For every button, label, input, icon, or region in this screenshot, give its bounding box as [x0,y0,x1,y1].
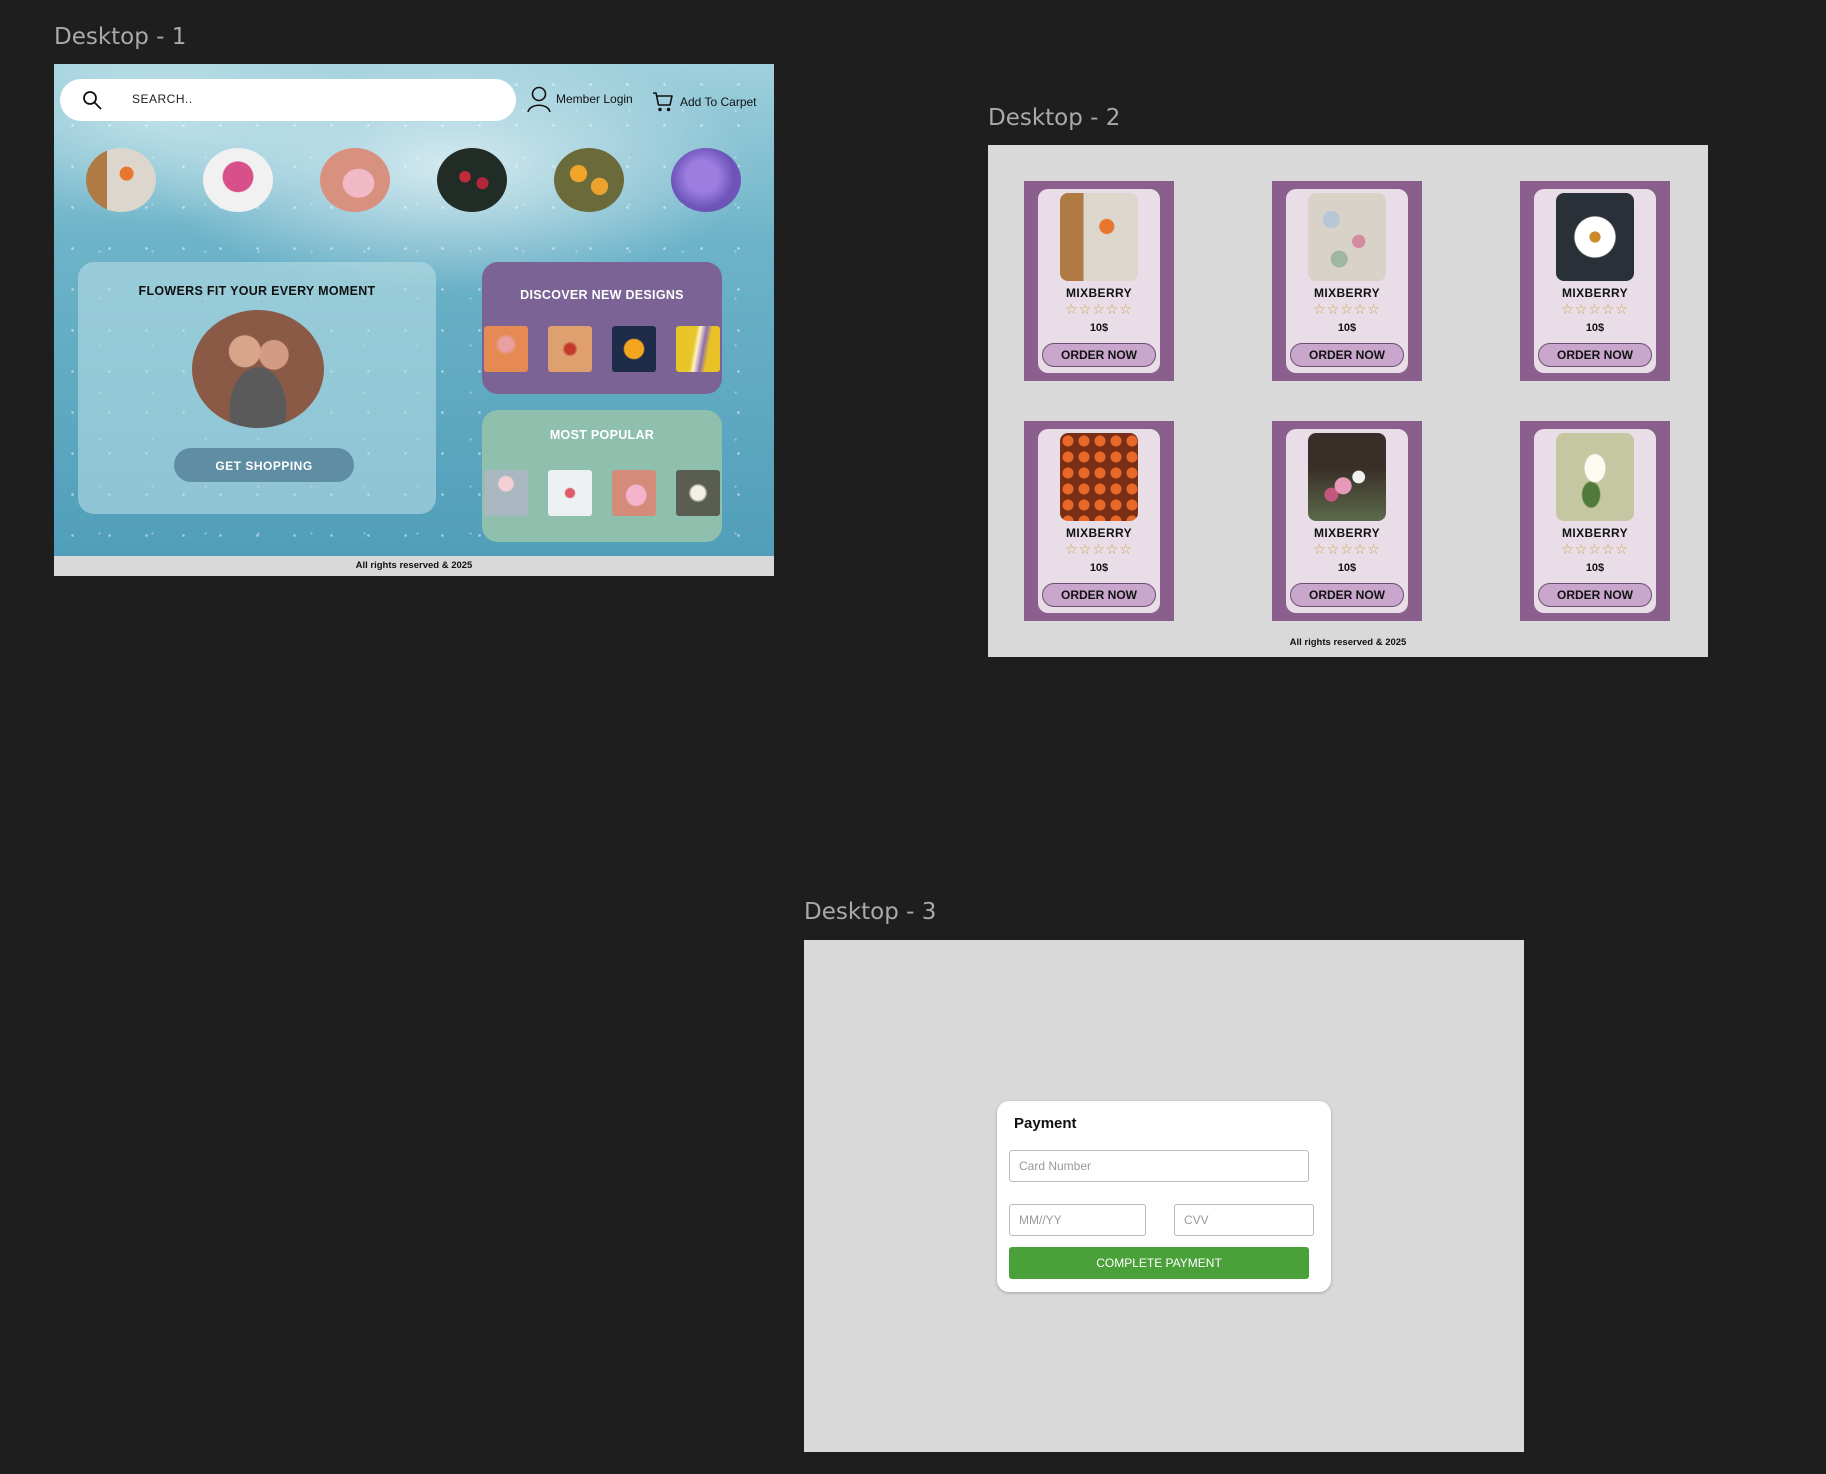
desktop-3-frame: Payment Card Number MM//YY CVV COMPLETE … [804,940,1524,1452]
category-purple-hydrangea[interactable] [671,148,741,212]
frame-label-desktop-1: Desktop - 1 [54,24,187,50]
category-pink-petal[interactable] [320,148,390,212]
frame-label-desktop-3: Desktop - 3 [804,899,937,925]
rating-stars-icon[interactable]: ☆☆☆☆☆ [1038,542,1160,558]
product-card: MIXBERRY ☆☆☆☆☆ 10$ ORDER NOW [1520,421,1670,621]
most-popular-title: MOST POPULAR [549,428,655,442]
discover-thumb[interactable] [612,326,656,372]
add-to-cart-link[interactable]: Add To Carpet [652,91,757,113]
product-price: 10$ [1337,562,1357,574]
product-name: MIXBERRY [1313,286,1381,300]
order-now-button[interactable]: ORDER NOW [1538,583,1652,607]
order-now-button[interactable]: ORDER NOW [1290,343,1404,367]
product-name: MIXBERRY [1561,286,1629,300]
product-image[interactable] [1308,193,1386,281]
product-image[interactable] [1556,193,1634,281]
rating-stars-icon[interactable]: ☆☆☆☆☆ [1286,302,1408,318]
product-card: MIXBERRY ☆☆☆☆☆ 10$ ORDER NOW [1024,181,1174,381]
order-now-button[interactable]: ORDER NOW [1042,583,1156,607]
expiry-input[interactable]: MM//YY [1009,1204,1146,1236]
discover-card[interactable]: DISCOVER NEW DESIGNS [482,262,722,394]
product-name: MIXBERRY [1065,286,1133,300]
desktop-1-frame: SEARCH.. Member Login Add To Carpet FLOW… [54,64,774,576]
desktop-2-frame: MIXBERRY ☆☆☆☆☆ 10$ ORDER NOW MIXBERRY ☆☆… [988,145,1708,657]
rating-stars-icon[interactable]: ☆☆☆☆☆ [1038,302,1160,318]
hero-card: FLOWERS FIT YOUR EVERY MOMENT GET SHOPPI… [78,262,436,514]
discover-thumb[interactable] [548,326,592,372]
popular-thumb[interactable] [548,470,592,516]
product-card: MIXBERRY ☆☆☆☆☆ 10$ ORDER NOW [1024,421,1174,621]
popular-thumb[interactable] [676,470,720,516]
product-image[interactable] [1060,433,1138,521]
add-to-cart-label: Add To Carpet [680,95,757,109]
popular-thumb[interactable] [612,470,656,516]
product-card: MIXBERRY ☆☆☆☆☆ 10$ ORDER NOW [1520,181,1670,381]
cvv-input[interactable]: CVV [1174,1204,1314,1236]
product-price: 10$ [1585,562,1605,574]
hero-portrait-image [192,310,324,428]
product-price: 10$ [1337,322,1357,334]
complete-payment-button[interactable]: COMPLETE PAYMENT [1009,1247,1309,1279]
discover-thumb[interactable] [484,326,528,372]
card-number-input[interactable]: Card Number [1009,1150,1309,1182]
search-input[interactable]: SEARCH.. [132,92,193,106]
product-name: MIXBERRY [1065,526,1133,540]
category-dark-red-roses[interactable] [437,148,507,212]
order-now-button[interactable]: ORDER NOW [1538,343,1652,367]
get-shopping-button[interactable]: GET SHOPPING [174,448,354,482]
category-pink-peony[interactable] [203,148,273,212]
payment-card: Payment Card Number MM//YY CVV COMPLETE … [997,1101,1331,1292]
product-card: MIXBERRY ☆☆☆☆☆ 10$ ORDER NOW [1272,181,1422,381]
member-login-label: Member Login [556,92,633,106]
most-popular-card[interactable]: MOST POPULAR [482,410,722,542]
member-login-link[interactable]: Member Login [526,84,633,114]
footer-text: All rights reserved & 2025 [1289,637,1407,648]
user-icon [527,86,551,113]
product-price: 10$ [1089,562,1109,574]
discover-title: DISCOVER NEW DESIGNS [520,288,684,302]
order-now-button[interactable]: ORDER NOW [1290,583,1404,607]
order-now-button[interactable]: ORDER NOW [1042,343,1156,367]
frame-label-desktop-2: Desktop - 2 [988,105,1121,131]
rating-stars-icon[interactable]: ☆☆☆☆☆ [1286,542,1408,558]
category-orange-daisies[interactable] [554,148,624,212]
search-icon [83,91,102,110]
product-name: MIXBERRY [1313,526,1381,540]
product-image[interactable] [1308,433,1386,521]
hero-title: FLOWERS FIT YOUR EVERY MOMENT [138,284,376,298]
search-bar[interactable]: SEARCH.. [60,79,516,121]
product-price: 10$ [1089,322,1109,334]
rating-stars-icon[interactable]: ☆☆☆☆☆ [1534,542,1656,558]
footer-text: All rights reserved & 2025 [54,556,774,576]
product-image[interactable] [1060,193,1138,281]
product-name: MIXBERRY [1561,526,1629,540]
payment-title: Payment [1014,1115,1077,1132]
popular-thumb[interactable] [484,470,528,516]
product-price: 10$ [1585,322,1605,334]
category-orange-vase-flower[interactable] [86,148,156,212]
product-image[interactable] [1556,433,1634,521]
rating-stars-icon[interactable]: ☆☆☆☆☆ [1534,302,1656,318]
cart-icon [653,92,673,112]
discover-thumb[interactable] [676,326,720,372]
product-card: MIXBERRY ☆☆☆☆☆ 10$ ORDER NOW [1272,421,1422,621]
